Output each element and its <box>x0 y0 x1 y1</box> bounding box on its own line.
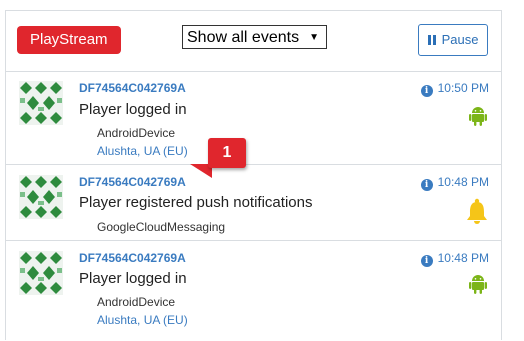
android-icon <box>469 275 487 294</box>
event-location-link[interactable]: Alushta, UA (EU) <box>97 313 188 327</box>
event-device: AndroidDevice <box>97 295 176 309</box>
player-id-link[interactable]: DF74564C042769A <box>79 175 186 189</box>
info-icon[interactable]: i <box>420 85 433 97</box>
event-row[interactable]: DF74564C042769A Player logged in Android… <box>6 71 501 165</box>
event-time-label: 10:48 PM <box>437 175 489 189</box>
event-time-label: 10:48 PM <box>437 251 489 265</box>
avatar <box>19 175 63 219</box>
event-filter-select[interactable]: Show all events ▼ <box>182 25 327 49</box>
event-device: GoogleCloudMessaging <box>97 220 226 234</box>
annotation-callout: 1 <box>208 138 246 168</box>
event-device: AndroidDevice <box>97 126 176 140</box>
info-icon[interactable]: i <box>420 179 433 191</box>
event-text: Player registered push notifications <box>79 194 313 211</box>
bell-icon <box>467 198 487 224</box>
event-text: Player logged in <box>79 270 187 287</box>
panel-header: PlayStream Show all events ▼ Pause <box>6 11 501 72</box>
event-row[interactable]: DF74564C042769A Player registered push n… <box>6 165 501 241</box>
event-time: i 10:50 PM <box>420 81 489 97</box>
avatar <box>19 251 63 295</box>
player-id-link[interactable]: DF74564C042769A <box>79 81 186 95</box>
playstream-panel: PlayStream Show all events ▼ Pause DF745… <box>5 10 502 340</box>
avatar <box>19 81 63 125</box>
android-icon <box>469 107 487 126</box>
event-time: i 10:48 PM <box>420 251 489 267</box>
event-row[interactable]: DF74564C042769A Player logged in Android… <box>6 241 501 341</box>
pause-button[interactable]: Pause <box>418 24 488 56</box>
info-icon[interactable]: i <box>420 255 433 267</box>
player-id-link[interactable]: DF74564C042769A <box>79 251 186 265</box>
event-time-label: 10:50 PM <box>437 81 489 95</box>
event-filter-value: Show all events <box>187 29 300 46</box>
event-location-link[interactable]: Alushta, UA (EU) <box>97 144 188 158</box>
event-text: Player logged in <box>79 101 187 118</box>
event-time: i 10:48 PM <box>420 175 489 191</box>
pause-icon <box>427 26 438 56</box>
chevron-down-icon: ▼ <box>309 32 319 43</box>
playstream-badge: PlayStream <box>17 26 121 54</box>
pause-label: Pause <box>441 32 479 47</box>
